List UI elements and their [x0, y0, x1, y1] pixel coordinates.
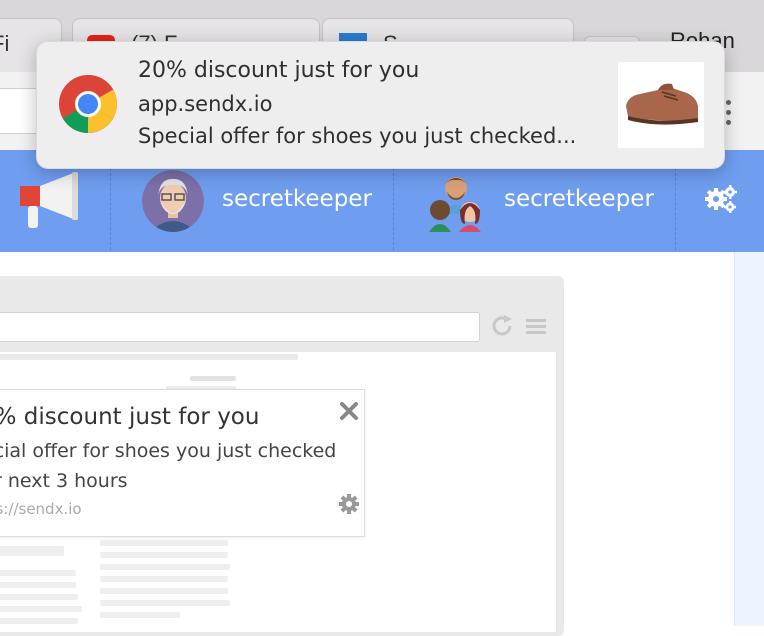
account-name[interactable]: secretkeeper — [222, 186, 372, 212]
placeholder-line — [0, 354, 298, 360]
settings-gears-icon[interactable] — [704, 184, 738, 214]
header-divider — [110, 168, 111, 250]
notification-message: Special offer for shoes you just checked… — [138, 124, 577, 148]
old-man-avatar-icon — [142, 170, 204, 232]
placeholder-line — [0, 606, 82, 612]
placeholder-line — [100, 552, 228, 558]
placeholder-line — [100, 576, 228, 582]
mock-notification-title: 0% discount just for you — [0, 404, 260, 430]
megaphone-icon[interactable] — [18, 170, 82, 230]
placeholder-line — [100, 600, 230, 606]
placeholder-line — [0, 546, 64, 556]
notification-image — [618, 62, 704, 148]
placeholder-line — [100, 540, 228, 546]
mock-notification-body: ecial offer for shoes you just checked — [0, 440, 337, 462]
refresh-icon — [492, 315, 512, 336]
notification-title: 20% discount just for you — [138, 58, 420, 83]
right-panel — [734, 252, 764, 626]
placeholder-line — [0, 582, 76, 588]
hamburger-menu-icon — [526, 319, 546, 334]
team-avatar-icon — [429, 177, 481, 232]
shoe-icon — [626, 83, 698, 125]
chrome-logo-icon — [59, 75, 117, 133]
mock-notification-body: r next 3 hours — [0, 470, 128, 492]
placeholder-line — [100, 564, 230, 570]
account-name[interactable]: secretkeeper — [504, 186, 654, 212]
close-icon[interactable] — [338, 400, 360, 422]
placeholder-line — [0, 618, 78, 624]
gear-icon[interactable] — [337, 492, 361, 516]
placeholder-line — [0, 594, 78, 600]
header-divider — [393, 168, 394, 250]
mock-address-bar — [0, 312, 480, 342]
tab-title: Fi — [0, 31, 10, 56]
header-divider — [675, 168, 676, 250]
avatar[interactable] — [425, 170, 487, 232]
avatar[interactable] — [142, 170, 204, 232]
placeholder-line — [100, 612, 180, 618]
mock-notification-url: ps://sendx.io — [0, 500, 82, 518]
placeholder-line — [100, 588, 228, 594]
placeholder-line — [190, 376, 236, 381]
notification-site: app.sendx.io — [138, 92, 273, 116]
placeholder-line — [0, 570, 76, 576]
mock-browser-controls — [492, 315, 546, 336]
